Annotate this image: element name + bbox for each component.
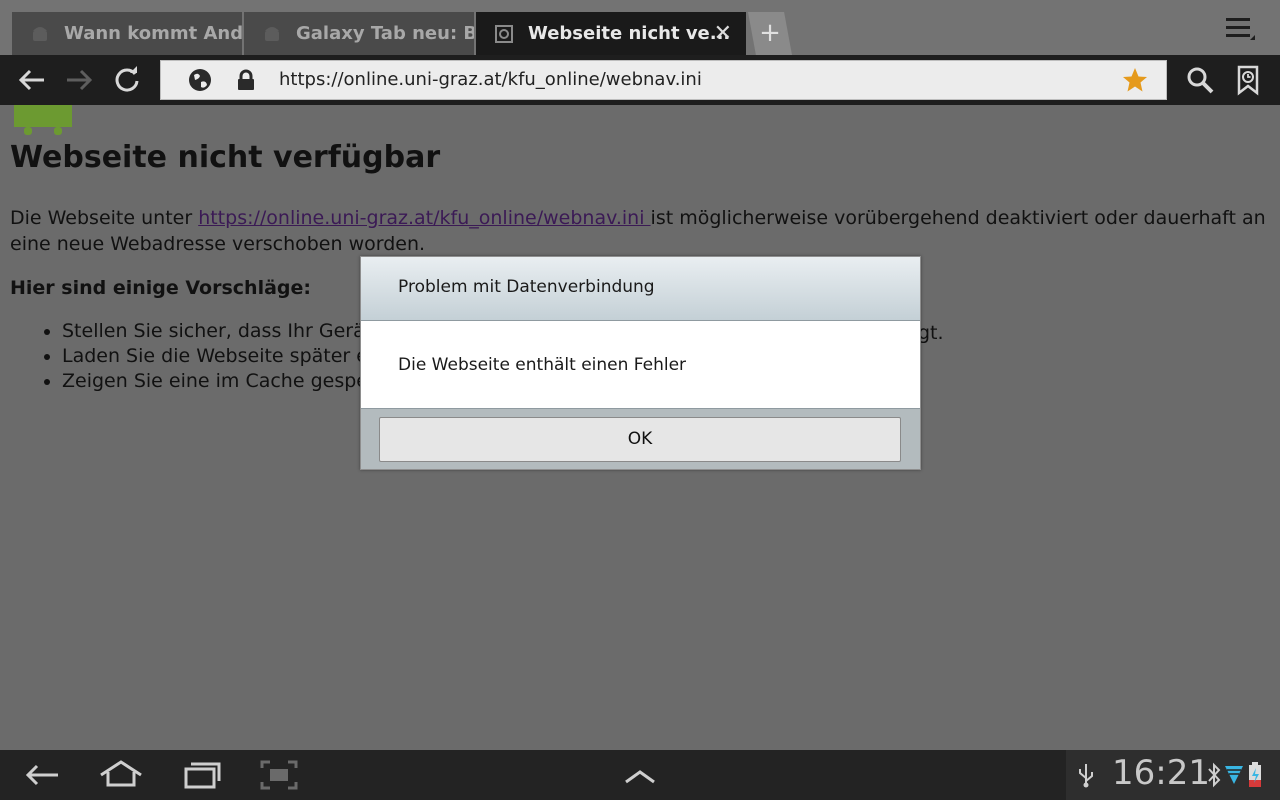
list-item: Zeigen Sie eine im Cache gespe	[62, 369, 368, 394]
suggestions-heading: Hier sind einige Vorschläge:	[10, 277, 311, 299]
lock-icon	[238, 69, 254, 90]
forward-icon[interactable]	[63, 64, 95, 96]
usb-icon	[1079, 764, 1093, 788]
tab-title: Webseite nicht ve...	[528, 23, 731, 44]
android-robot-icon	[14, 105, 72, 135]
browser-toolbar: https://online.uni-graz.at/kfu_online/we…	[0, 55, 1280, 105]
tab-title: Galaxy Tab neu: B...	[296, 23, 474, 44]
error-description: Die Webseite unter https://online.uni-gr…	[10, 205, 1272, 257]
search-icon[interactable]	[1184, 64, 1216, 96]
close-tab-icon[interactable]: ✕	[714, 12, 732, 55]
tab-2[interactable]: Galaxy Tab neu: B...	[244, 12, 474, 55]
url-text: https://online.uni-graz.at/kfu_online/we…	[279, 69, 702, 90]
bookmarks-history-icon[interactable]	[1232, 64, 1264, 96]
status-tray[interactable]: 16:21	[1066, 750, 1280, 800]
dialog-header: Problem mit Datenverbindung	[361, 257, 920, 321]
recent-apps-icon[interactable]	[182, 758, 222, 792]
system-bar: 16:21	[0, 750, 1280, 800]
dialog-title: Problem mit Datenverbindung	[398, 277, 655, 297]
menu-icon[interactable]	[1224, 14, 1258, 44]
suggestion-text-tail: gt.	[918, 322, 944, 344]
new-tab-button[interactable]: +	[748, 12, 792, 55]
clock: 16:21	[1112, 753, 1210, 793]
error-dialog: Problem mit Datenverbindung Die Webseite…	[360, 256, 921, 470]
dialog-message: Die Webseite enthält einen Fehler	[398, 355, 687, 375]
globe-icon	[189, 69, 211, 91]
wifi-icon	[1225, 766, 1243, 784]
chevron-up-icon[interactable]	[622, 758, 658, 792]
battery-icon	[1249, 762, 1261, 787]
home-icon[interactable]	[98, 758, 144, 792]
bluetooth-icon	[1208, 762, 1221, 788]
tab-3-active[interactable]: Webseite nicht ve... ✕	[476, 12, 746, 55]
tab-title: Wann kommt And...	[64, 23, 242, 44]
bookmark-star-icon[interactable]	[1122, 67, 1148, 93]
page-title: Webseite nicht verfügbar	[10, 140, 441, 175]
screenshot-icon[interactable]	[260, 758, 298, 792]
reload-icon[interactable]	[111, 64, 143, 96]
tab-1[interactable]: Wann kommt And...	[12, 12, 242, 55]
list-item: Stellen Sie sicher, dass Ihr Gerä	[62, 319, 368, 344]
description-text: Die Webseite unter	[10, 207, 199, 229]
ok-button[interactable]: OK	[379, 417, 901, 462]
failed-url-link[interactable]: https://online.uni-graz.at/kfu_online/we…	[198, 207, 650, 229]
back-icon[interactable]	[16, 64, 48, 96]
address-bar[interactable]: https://online.uni-graz.at/kfu_online/we…	[160, 60, 1167, 100]
list-item: Laden Sie die Webseite später e	[62, 344, 368, 369]
suggestions-list: Stellen Sie sicher, dass Ihr Gerä Laden …	[10, 319, 368, 394]
page-icon	[495, 25, 513, 43]
android-icon	[33, 27, 47, 41]
tab-strip: Wann kommt And... Galaxy Tab neu: B... W…	[0, 0, 1280, 55]
back-icon[interactable]	[22, 758, 62, 792]
android-icon	[265, 27, 279, 41]
dialog-body: Die Webseite enthält einen Fehler	[361, 321, 920, 409]
